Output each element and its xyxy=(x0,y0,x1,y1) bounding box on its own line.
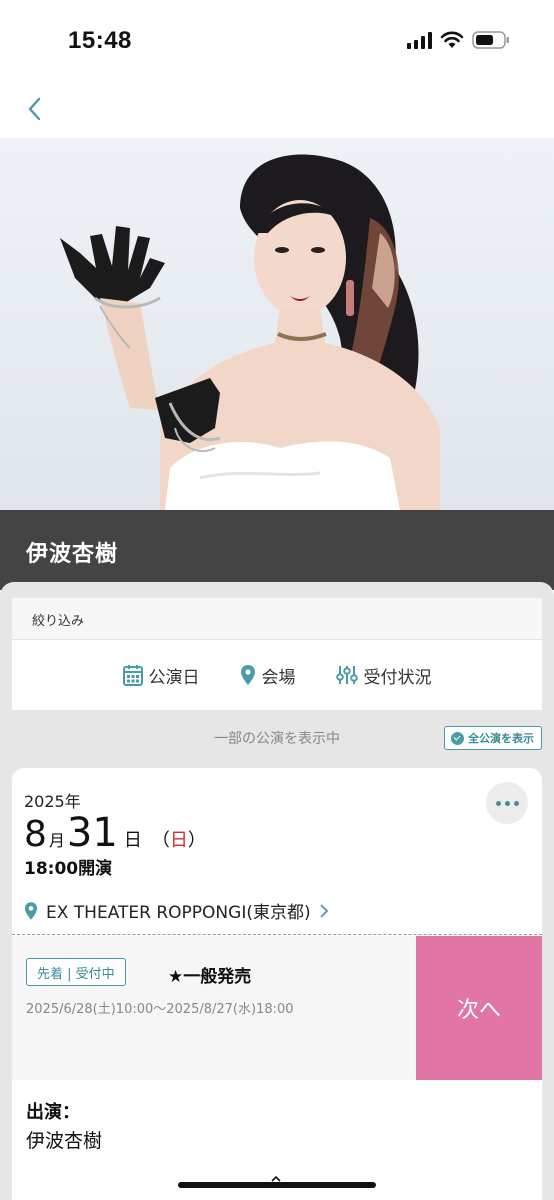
signal-icon xyxy=(407,31,432,49)
nav-bar xyxy=(0,80,554,138)
event-card: 2025年 8 月 31 日 （日） 18:00開演 EX THEATER RO… xyxy=(12,768,542,1200)
sale-title: ★一般発売 xyxy=(168,967,252,987)
filter-venue-label: 会場 xyxy=(261,667,296,688)
filter-heading: 絞り込み xyxy=(12,598,542,640)
show-all-button[interactable]: 全公演を表示 xyxy=(444,726,542,750)
artist-name: 伊波杏樹 xyxy=(26,542,119,567)
venue-name: EX THEATER ROPPONGI(東京都) xyxy=(46,903,311,923)
status-bar: 15:48 xyxy=(0,0,554,80)
cast-label: 出演： xyxy=(26,1102,80,1123)
filter-venue-button[interactable]: 会場 xyxy=(240,663,296,688)
more-options-button[interactable] xyxy=(486,782,528,824)
sale-info: 先着 | 受付中 ★一般発売 2025/6/28(土)10:00～2025/8/… xyxy=(12,936,416,1080)
status-icons xyxy=(407,30,510,50)
calendar-icon xyxy=(122,665,143,686)
location-pin-icon xyxy=(240,665,255,685)
dot-icon xyxy=(495,800,501,806)
check-circle-icon xyxy=(451,731,464,745)
sale-status-badge: 先着 | 受付中 xyxy=(26,958,126,986)
filter-options: 公演日 会場 受付状況 xyxy=(12,640,542,710)
weekday-value: 日 xyxy=(169,830,188,851)
content-area: 絞り込み 公演日 会場 受付状況 一部の公演を表示中 全公演を表示 2025年 … xyxy=(0,582,554,1200)
back-button[interactable] xyxy=(22,94,50,124)
weekday-open-paren: （ xyxy=(151,830,170,851)
weekday-close-paren: ） xyxy=(187,830,206,851)
showing-row: 一部の公演を表示中 全公演を表示 xyxy=(12,722,542,752)
filter-date-label: 公演日 xyxy=(148,667,200,688)
chevron-left-icon xyxy=(28,97,41,121)
sliders-icon xyxy=(335,666,358,684)
venue-link[interactable]: EX THEATER ROPPONGI(東京都) xyxy=(24,898,329,923)
chevron-right-icon xyxy=(319,903,328,918)
event-weekday: （日） xyxy=(152,826,206,852)
status-time: 15:48 xyxy=(68,27,132,54)
battery-icon xyxy=(472,30,510,50)
dot-icon xyxy=(504,800,510,806)
event-day: 31 xyxy=(66,810,118,856)
filter-card: 絞り込み 公演日 会場 受付状況 xyxy=(12,598,542,710)
next-button[interactable]: 次へ xyxy=(416,936,542,1080)
event-day-unit: 日 xyxy=(123,830,142,851)
title-band: 伊波杏樹 xyxy=(0,510,554,590)
dot-icon xyxy=(513,800,519,806)
event-month-unit: 月 xyxy=(48,831,65,850)
location-pin-icon xyxy=(24,901,38,920)
show-all-label: 全公演を表示 xyxy=(468,732,534,745)
wifi-icon xyxy=(440,31,464,49)
filter-status-label: 受付状況 xyxy=(363,667,432,688)
home-indicator[interactable] xyxy=(178,1182,376,1188)
event-time: 18:00開演 xyxy=(24,859,113,879)
sale-period: 2025/6/28(土)10:00～2025/8/27(水)18:00 xyxy=(26,1002,294,1017)
filter-date-button[interactable]: 公演日 xyxy=(122,663,200,688)
divider xyxy=(12,934,542,935)
event-month: 8 xyxy=(24,814,47,855)
cast-name: 伊波杏樹 xyxy=(26,1130,103,1152)
event-year: 2025年 xyxy=(24,792,81,811)
artist-photo xyxy=(0,138,554,510)
filter-status-button[interactable]: 受付状況 xyxy=(335,663,432,688)
event-date: 8 月 31 日 （日） xyxy=(24,810,206,856)
